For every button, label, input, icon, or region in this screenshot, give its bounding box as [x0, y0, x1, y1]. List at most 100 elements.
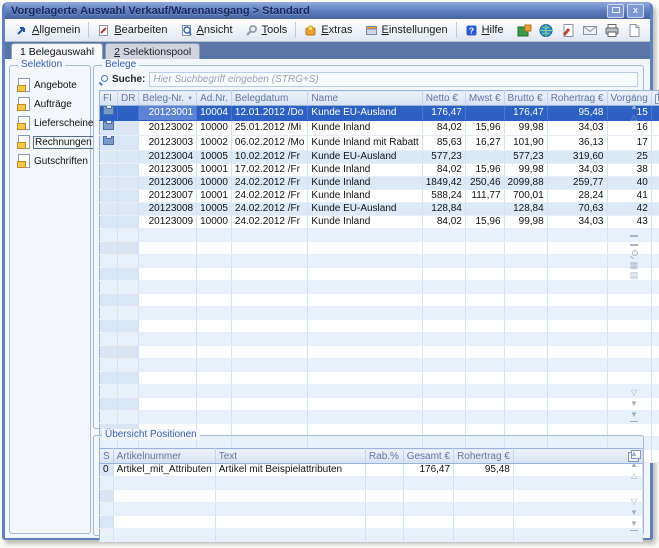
col-header-rohertrag[interactable]: Rohertrag €: [547, 91, 607, 106]
copy-grid-icon[interactable]: [655, 94, 659, 104]
cell-dr: [118, 398, 139, 411]
cell-text: [215, 490, 365, 503]
scroll-page-down-button[interactable]: ▼: [630, 399, 638, 410]
table-row[interactable]: 0Artikel_mit_AttributenArtikel mit Beisp…: [100, 464, 643, 477]
col-header-mwst[interactable]: Mwst €: [465, 91, 504, 106]
empty-row[interactable]: [100, 307, 659, 320]
empty-row[interactable]: [100, 255, 659, 268]
table-row[interactable]: 201230061000024.02.2012 /FrKunde Inland1…: [100, 177, 659, 190]
cell-mwst: [465, 106, 504, 121]
table-row[interactable]: 201230031000206.02.2012 /MoKunde Inland …: [100, 136, 659, 151]
col-header-brutto[interactable]: Brutto €: [504, 91, 547, 106]
empty-row[interactable]: [100, 398, 659, 411]
selektion-groupbox: Selektion Angebote Aufträge Lieferschein…: [9, 65, 91, 534]
printer-toolbar-icon[interactable]: [604, 23, 620, 38]
scroll-down-button[interactable]: ▽: [631, 497, 637, 508]
scroll-page-up-button[interactable]: ▲: [630, 102, 638, 113]
menu-extras[interactable]: Extras: [298, 22, 358, 39]
table-row[interactable]: 201230011000412.01.2012 /DoKunde EU-Ausl…: [100, 106, 659, 121]
menu-tools[interactable]: Tools: [239, 22, 294, 39]
col-header-datum[interactable]: Belegdatum: [231, 91, 308, 106]
cell-netto: [422, 372, 465, 385]
menu-bearbeiten[interactable]: Bearbeiten: [91, 22, 173, 39]
col-header-artikelnummer[interactable]: Artikelnummer: [113, 449, 215, 464]
col-header-name[interactable]: Name: [308, 91, 422, 106]
table-row[interactable]: 201230021000025.01.2012 /MiKunde Inland8…: [100, 121, 659, 136]
empty-row[interactable]: [100, 411, 659, 424]
sidebar-item-rechnungen[interactable]: Rechnungen: [18, 135, 88, 149]
scroll-down-button[interactable]: ▽: [631, 388, 637, 399]
column-view-icon[interactable]: ▤: [630, 270, 639, 280]
scroll-last-button[interactable]: ▼: [630, 410, 638, 422]
package-icon[interactable]: [516, 23, 532, 38]
cell-rohertrag: 28,24: [547, 190, 607, 203]
empty-row[interactable]: [100, 359, 659, 372]
menu-hilfe[interactable]: ? Hilfe: [459, 22, 510, 39]
cell-mwst: [465, 203, 504, 216]
col-header-gesamt[interactable]: Gesamt €: [403, 449, 453, 464]
sidebar-item-angebote[interactable]: Angebote: [18, 78, 88, 92]
cell-rohertrag: [547, 320, 607, 333]
empty-row[interactable]: [100, 294, 659, 307]
menu-allgemein[interactable]: Allgemein: [9, 22, 86, 39]
empty-row[interactable]: [100, 242, 659, 255]
scroll-up-button[interactable]: △: [631, 471, 637, 482]
export-document-icon[interactable]: [560, 23, 576, 38]
scroll-up-button[interactable]: △: [631, 113, 637, 124]
col-header-filler[interactable]: [513, 449, 642, 464]
tab-belegauswahl[interactable]: 1 Belegauswahl: [11, 43, 103, 59]
search-input[interactable]: [149, 72, 638, 87]
empty-row[interactable]: [100, 320, 659, 333]
col-header-ad[interactable]: Ad.Nr.: [197, 91, 232, 106]
empty-row[interactable]: [100, 503, 643, 516]
table-row[interactable]: 201230091000024.02.2012 /FrKunde Inland8…: [100, 216, 659, 229]
empty-row[interactable]: [100, 490, 643, 503]
scroll-page-up-button[interactable]: ▲: [630, 460, 638, 471]
col-header-rab[interactable]: Rab.%: [365, 449, 403, 464]
globe-icon[interactable]: [538, 23, 554, 38]
col-header-netto[interactable]: Netto €: [422, 91, 465, 106]
mail-icon[interactable]: [582, 23, 598, 38]
col-header-filler[interactable]: [651, 91, 659, 106]
empty-row[interactable]: [100, 477, 643, 490]
scroll-page-down-button[interactable]: ▼: [630, 508, 638, 519]
close-button[interactable]: x: [627, 4, 644, 18]
table-row[interactable]: 201230051000117.02.2012 /FrKunde Inland8…: [100, 164, 659, 177]
cell-filler: [651, 190, 659, 203]
empty-row[interactable]: [100, 333, 659, 346]
sidebar-item-gutschriften[interactable]: Gutschriften: [18, 154, 88, 168]
zoom-grid-icon[interactable]: [630, 250, 638, 258]
sidebar-item-lieferscheine[interactable]: Lieferscheine: [18, 116, 88, 130]
col-header-s[interactable]: S: [100, 449, 114, 464]
col-header-rohertrag[interactable]: Rohertrag €: [454, 449, 514, 464]
scroll-first-button[interactable]: ▲: [630, 448, 638, 460]
menu-ansicht[interactable]: Ansicht: [174, 22, 239, 39]
empty-row[interactable]: [100, 516, 643, 529]
row-list-icon[interactable]: [630, 235, 638, 246]
col-header-text[interactable]: Text: [215, 449, 365, 464]
empty-row[interactable]: [100, 346, 659, 359]
restore-button[interactable]: [607, 4, 624, 18]
col-header-dr[interactable]: DR: [118, 91, 139, 106]
empty-row[interactable]: [100, 529, 643, 542]
menu-einstellungen[interactable]: Einstellungen: [359, 22, 454, 39]
scroll-last-button[interactable]: ▼: [630, 519, 638, 531]
col-header-beleg[interactable]: Beleg-Nr.▼: [139, 91, 197, 106]
empty-row[interactable]: [100, 268, 659, 281]
empty-row[interactable]: [100, 385, 659, 398]
scroll-first-button[interactable]: ▲: [630, 90, 638, 102]
empty-row[interactable]: [100, 372, 659, 385]
empty-row[interactable]: [100, 281, 659, 294]
sidebar-item-auftraege[interactable]: Aufträge: [18, 97, 88, 111]
cell-artikelnummer: [113, 516, 215, 529]
table-row[interactable]: 201230041000510.02.2012 /FrKunde EU-Ausl…: [100, 151, 659, 164]
new-page-icon[interactable]: [626, 23, 642, 38]
tab-selektionspool[interactable]: 2 Selektionspool: [105, 43, 200, 59]
empty-row[interactable]: [100, 229, 659, 242]
grid-view-icon[interactable]: ▦: [630, 260, 639, 270]
col-header-fi[interactable]: FI: [100, 91, 118, 106]
cell-ad: [197, 229, 232, 242]
table-row[interactable]: 201230071000124.02.2012 /FrKunde Inland5…: [100, 190, 659, 203]
table-row[interactable]: 201230081000524.02.2012 /FrKunde EU-Ausl…: [100, 203, 659, 216]
cell-beleg: 20123004: [139, 151, 197, 164]
